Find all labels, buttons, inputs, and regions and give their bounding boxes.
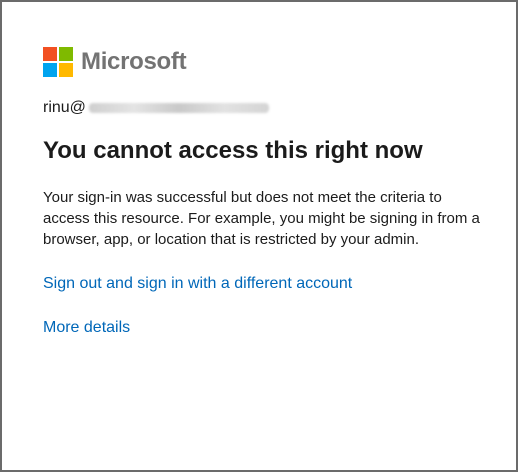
account-email-redacted bbox=[88, 103, 269, 113]
page-title: You cannot access this right now bbox=[43, 137, 423, 164]
logo-square-blue bbox=[43, 63, 57, 77]
brand-header: Microsoft bbox=[43, 46, 483, 78]
dialog-frame: Microsoft rinu@ You cannot access this r… bbox=[0, 0, 518, 472]
logo-square-yellow bbox=[59, 63, 73, 77]
logo-square-red bbox=[43, 47, 57, 61]
error-description: Your sign-in was successful but does not… bbox=[43, 189, 480, 248]
account-email-prefix: rinu@ bbox=[43, 99, 86, 116]
more-details-link[interactable]: More details bbox=[43, 317, 483, 339]
microsoft-logo-icon bbox=[43, 47, 73, 77]
logo-square-green bbox=[59, 47, 73, 61]
account-identifier: rinu@ bbox=[43, 97, 483, 119]
sign-out-link[interactable]: Sign out and sign in with a different ac… bbox=[43, 273, 483, 295]
dialog-content: Microsoft rinu@ You cannot access this r… bbox=[43, 46, 483, 339]
brand-name: Microsoft bbox=[81, 48, 187, 75]
